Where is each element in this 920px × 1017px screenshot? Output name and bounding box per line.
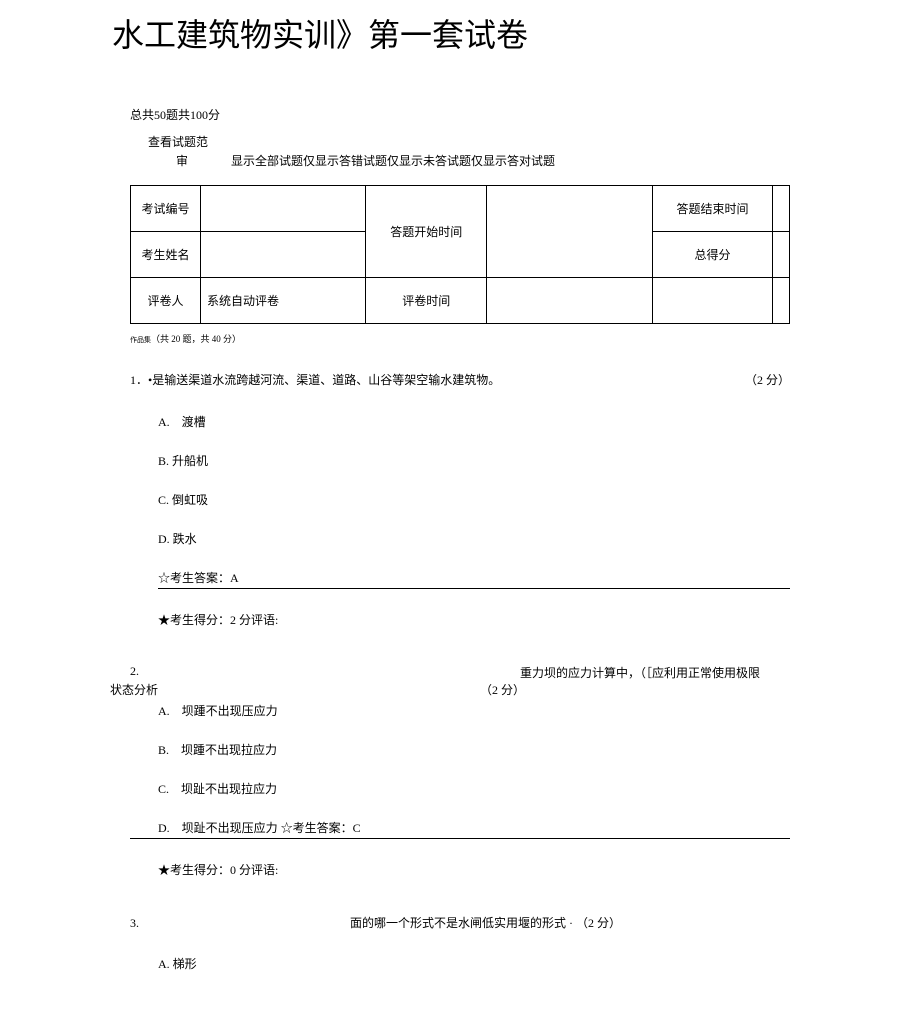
q2-stem-row1: 2. 重力坝的应力计算中，（［应利用正常使用极限 — [130, 664, 790, 681]
table-empty-cell-2 — [773, 278, 790, 324]
end-time-value — [773, 186, 790, 232]
filter-options: 显示全部试题仅显示答错试题仅显示未答试题仅显示答对试题 — [231, 154, 555, 168]
q3-options: A. 梯形 — [130, 955, 790, 972]
q3-option-a: A. 梯形 — [158, 955, 790, 972]
q2-option-b: B. 坝踵不出现拉应力 — [158, 741, 790, 758]
q2-option-a: A. 坝踵不出现压应力 — [158, 702, 790, 719]
question-2: 2. 重力坝的应力计算中，（［应利用正常使用极限 状态分析 （2 分） A. 坝… — [130, 664, 790, 878]
q3-stem: 3. 面的哪一个形式不是水闸低实用堰的形式 · （2 分） — [130, 914, 790, 933]
grade-time-label: 评卷时间 — [366, 278, 487, 324]
grader-value: 系统自动评卷 — [200, 278, 365, 324]
start-time-label: 答题开始时间 — [366, 186, 487, 278]
total-score-value — [773, 232, 790, 278]
q2-state: 状态分析 — [110, 681, 480, 698]
q1-answer: ☆考生答案：A — [158, 569, 790, 589]
content-area: 总共50题共100分 查看试题范 审 显示全部试题仅显示答错试题仅显示未答试题仅… — [0, 56, 920, 972]
exam-info-table: 考试编号 答题开始时间 答题结束时间 考生姓名 总得分 评卷人 系统自动评卷 评… — [130, 185, 790, 324]
question-3: 3. 面的哪一个形式不是水闸低实用堰的形式 · （2 分） A. 梯形 — [130, 914, 790, 972]
q2-stem-right: 重力坝的应力计算中，（［应利用正常使用极限 — [520, 664, 790, 681]
review-block: 查看试题范 审 显示全部试题仅显示答错试题仅显示未答试题仅显示答对试题 — [130, 133, 790, 171]
q1-stem-text: 1．•是输送渠道水流跨越河流、渠道、道路、山谷等架空输水建筑物。 — [130, 371, 500, 390]
q2-stem-row2: 状态分析 （2 分） — [110, 681, 790, 698]
grade-time-value — [487, 278, 652, 324]
q2-option-d-text: D. 坝趾不出现压应力 ☆考生答案：C — [158, 819, 361, 836]
name-label: 考生姓名 — [131, 232, 201, 278]
q1-options: A. 渡槽 B. 升船机 C. 倒虹吸 D. 跌水 — [130, 413, 790, 547]
section-tiny-label: 作品集 — [130, 336, 151, 344]
review-char: 审 — [176, 154, 188, 168]
total-score-label: 总得分 — [652, 232, 773, 278]
table-empty-cell-1 — [652, 278, 773, 324]
q2-option-c: C. 坝趾不出现拉应力 — [158, 780, 790, 797]
exam-id-value — [200, 186, 365, 232]
q2-points: （2 分） — [480, 681, 525, 698]
grader-label: 评卷人 — [131, 278, 201, 324]
q3-stem-text: 面的哪一个形式不是水闸低实用堰的形式 · （2 分） — [350, 914, 621, 933]
q2-number: 2. — [130, 664, 158, 681]
exam-id-label: 考试编号 — [131, 186, 201, 232]
question-1: 1．•是输送渠道水流跨越河流、渠道、道路、山谷等架空输水建筑物。 （2 分） A… — [130, 371, 790, 627]
summary-line: 总共50题共100分 — [130, 106, 790, 123]
q2-mid-space — [158, 664, 520, 681]
q2-score: ★考生得分：0 分评语: — [130, 861, 790, 878]
q1-option-b: B. 升船机 — [158, 452, 790, 469]
name-value — [200, 232, 365, 278]
q3-number: 3. — [130, 914, 350, 933]
q1-option-c: C. 倒虹吸 — [158, 491, 790, 508]
q2-options: A. 坝踵不出现压应力 B. 坝踵不出现拉应力 C. 坝趾不出现拉应力 — [130, 702, 790, 797]
section-count: （共 20 题，共 40 分） — [151, 334, 241, 344]
page-title: 水工建筑物实训》第一套试卷 — [0, 0, 920, 56]
q2-option-d-answer: D. 坝趾不出现压应力 ☆考生答案：C — [130, 819, 790, 839]
q1-option-a: A. 渡槽 — [158, 413, 790, 430]
q1-option-d: D. 跌水 — [158, 530, 790, 547]
review-line-1: 查看试题范 — [148, 133, 790, 152]
section-header: 作品集（共 20 题，共 40 分） — [130, 332, 790, 345]
q1-stem: 1．•是输送渠道水流跨越河流、渠道、道路、山谷等架空输水建筑物。 （2 分） — [130, 371, 790, 390]
review-line-2: 审 显示全部试题仅显示答错试题仅显示未答试题仅显示答对试题 — [148, 152, 790, 171]
start-time-value — [487, 186, 652, 278]
q1-points: （2 分） — [745, 371, 790, 390]
end-time-label: 答题结束时间 — [652, 186, 773, 232]
q1-score: ★考生得分：2 分评语: — [130, 611, 790, 628]
